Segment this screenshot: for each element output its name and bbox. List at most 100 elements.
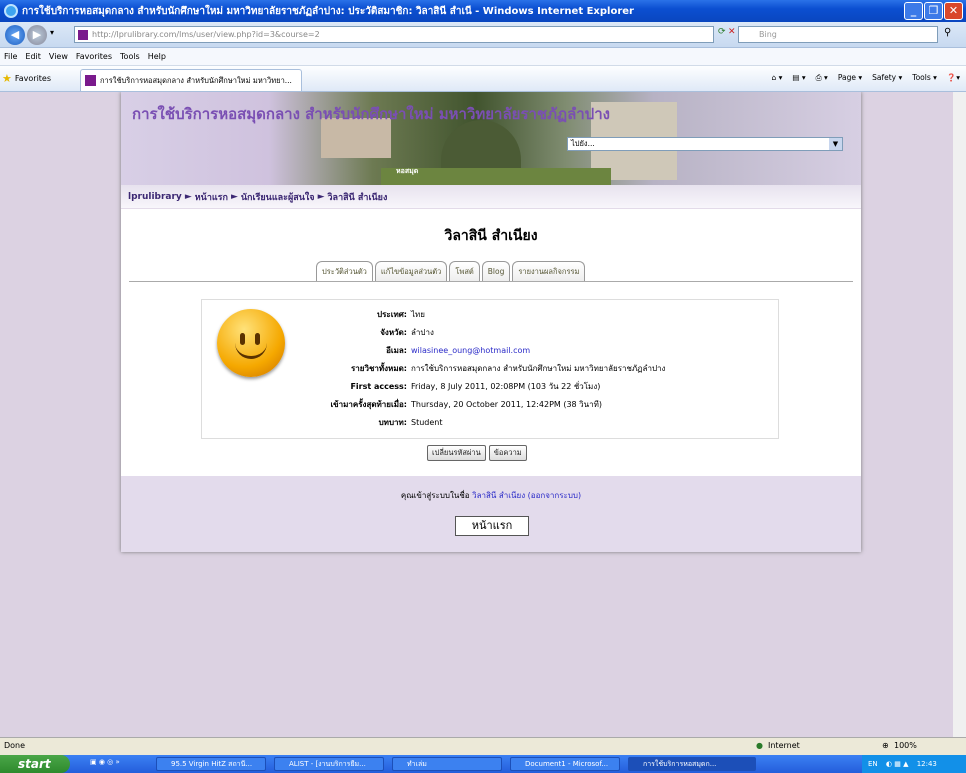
search-input[interactable]: Bing (738, 26, 938, 43)
page-menu[interactable]: Page ▾ (838, 73, 862, 83)
field-country: ประเทศ: ไทย (377, 310, 425, 319)
breadcrumb-item-home[interactable]: lprulibrary (128, 192, 182, 202)
field-province: จังหวัด: ลำปาง (380, 328, 434, 337)
command-bar: ⌂ ▾ ▤ ▾ ⎙ ▾ Page ▾ Safety ▾ Tools ▾ ❓▾ (771, 73, 960, 83)
favorites-label: Favorites (14, 74, 52, 83)
page-container: หอสมุด การใช้บริการหอสมุดกลาง สำหรับนักศ… (121, 92, 861, 552)
forward-button[interactable]: ▶ (27, 25, 47, 45)
taskbar-item-folder[interactable]: ทำเล่ม (392, 757, 502, 771)
logout-link[interactable]: (ออกจากระบบ) (528, 491, 581, 500)
system-tray: EN ◐ ▦ ▲ 12:43 (862, 755, 966, 773)
breadcrumb-separator: ► (184, 191, 192, 202)
taskbar: start ▣ ◉ ◎ » 95.5 Virgin HitZ สถานี... … (0, 755, 966, 773)
course-link[interactable]: การใช้บริการหอสมุดกลาง สำหรับนักศึกษาใหม… (411, 362, 665, 376)
breadcrumb-item-frontpage[interactable]: หน้าแรก (195, 190, 228, 204)
tab-posts[interactable]: โพสต์ (449, 261, 480, 281)
window-title: การใช้บริการหอสมุดกลาง สำหรับนักศึกษาใหม… (22, 5, 634, 17)
stop-icon[interactable]: ✕ (728, 27, 736, 37)
profile-tabs: ประวัติส่วนตัว แก้ไขข้อมูลส่วนตัว โพสต์ … (316, 261, 586, 281)
menu-favorites[interactable]: Favorites (76, 52, 112, 61)
ie-icon (4, 4, 18, 18)
change-password-button[interactable]: เปลี่ยนรหัสผ่าน (427, 445, 486, 461)
breadcrumb-item-course[interactable]: นักเรียนและผู้สนใจ (241, 190, 315, 204)
taskbar-item-alist[interactable]: ALIST - [งานบริการยืม... (274, 757, 384, 771)
email-link[interactable]: wilasinee_oung@hotmail.com (411, 344, 530, 358)
address-bar[interactable]: http://lprulibrary.com/lms/user/view.php… (74, 26, 714, 43)
address-row: ◀ ▶ ▾ http://lprulibrary.com/lms/user/vi… (0, 22, 966, 48)
tab-title: การใช้บริการหอสมุดกลาง สำหรับนักศึกษาใหม… (100, 75, 292, 85)
search-engine-label: Bing (759, 30, 777, 39)
feeds-icon[interactable]: ▤ ▾ (792, 73, 805, 83)
field-role: บทบาท: Student (378, 418, 443, 427)
breadcrumb-item-user: วิลาสินี สำเนียง (327, 192, 388, 203)
taskbar-item-ie[interactable]: การใช้บริการหอสมุดก... (628, 757, 756, 771)
breadcrumb-separator: ► (317, 191, 325, 202)
status-bar: Done ● Internet ⊕ 100% (0, 737, 966, 755)
status-text: Done (4, 741, 26, 750)
tab-edit-profile[interactable]: แก้ไขข้อมูลส่วนตัว (374, 261, 448, 281)
tab-activity-report[interactable]: รายงานผลกิจกรรม (512, 261, 586, 281)
field-last-access: เข้ามาครั้งสุดท้ายเมื่อ: Thursday, 20 Oc… (330, 400, 603, 409)
profile-name-heading: วิลาสินี สำเนียง (444, 228, 538, 244)
login-info: คุณเข้าสู่ระบบในชื่อ วิลาสินี สำเนียง (อ… (121, 489, 861, 502)
address-url: http://lprulibrary.com/lms/user/view.php… (92, 30, 320, 39)
star-icon: ★ (2, 72, 12, 85)
maximize-button[interactable]: ❐ (924, 2, 943, 20)
window-title-bar[interactable]: การใช้บริการหอสมุดกลาง สำหรับนักศึกษาใหม… (0, 0, 966, 22)
safety-menu[interactable]: Safety ▾ (872, 73, 902, 83)
site-banner: หอสมุด การใช้บริการหอสมุดกลาง สำหรับนักศ… (121, 92, 861, 185)
favorites-bar: ★ Favorites การใช้บริการหอสมุดกลาง สำหรั… (0, 66, 966, 92)
start-button[interactable]: start (0, 755, 70, 773)
menu-view[interactable]: View (49, 52, 68, 61)
site-favicon-icon (78, 29, 88, 40)
tab-blog[interactable]: Blog (481, 261, 511, 281)
home-icon[interactable]: ⌂ ▾ (771, 73, 782, 83)
back-button[interactable]: ◀ (5, 25, 25, 45)
zoom-icon[interactable]: ⊕ (882, 741, 889, 750)
field-email: อีเมล: wilasinee_oung@hotmail.com (201, 344, 779, 358)
language-indicator[interactable]: EN (868, 760, 878, 768)
menu-bar: File Edit View Favorites Tools Help (0, 48, 966, 66)
jump-to-value: ไปยัง... (571, 139, 595, 148)
chevron-down-icon: ▼ (829, 138, 842, 150)
menu-edit[interactable]: Edit (25, 52, 41, 61)
minimize-button[interactable]: _ (904, 2, 923, 20)
page-viewport: หอสมุด การใช้บริการหอสมุดกลาง สำหรับนักศ… (0, 92, 966, 737)
field-first-access: First access: Friday, 8 July 2011, 02:08… (350, 382, 601, 391)
clock: 12:43 (916, 760, 937, 768)
user-link[interactable]: วิลาสินี สำเนียง (472, 491, 525, 500)
quick-launch-icons[interactable]: ▣ ◉ ◎ » (90, 758, 120, 766)
tab-divider (129, 281, 853, 282)
history-dropdown-icon[interactable]: ▾ (50, 28, 54, 37)
message-button[interactable]: ข้อความ (488, 445, 527, 461)
jump-to-select[interactable]: ไปยัง... ▼ (567, 137, 843, 151)
taskbar-item-word[interactable]: Document1 - Microsof... (510, 757, 620, 771)
site-title: การใช้บริการหอสมุดกลาง สำหรับนักศึกษาใหม… (132, 105, 610, 123)
browser-tab[interactable]: การใช้บริการหอสมุดกลาง สำหรับนักศึกษาใหม… (80, 69, 302, 91)
favorites-button[interactable]: ★ Favorites (2, 72, 51, 85)
banner-caption: หอสมุด (396, 167, 419, 175)
menu-help[interactable]: Help (148, 52, 166, 61)
tools-menu[interactable]: Tools ▾ (912, 73, 937, 83)
help-icon[interactable]: ❓▾ (947, 73, 960, 83)
page-footer (121, 476, 861, 552)
print-icon[interactable]: ⎙ ▾ (816, 73, 828, 83)
tray-icons[interactable]: ◐ ▦ ▲ (886, 760, 909, 768)
security-zone: Internet (768, 741, 800, 750)
refresh-icon[interactable]: ⟳ (718, 27, 726, 37)
taskbar-item-radio[interactable]: 95.5 Virgin HitZ สถานี... (156, 757, 266, 771)
globe-icon: ● (756, 741, 763, 750)
close-button[interactable]: ✕ (944, 2, 963, 20)
tab-profile[interactable]: ประวัติส่วนตัว (316, 261, 373, 281)
profile-buttons: เปลี่ยนรหัสผ่าน ข้อความ (427, 445, 527, 461)
search-icon[interactable]: ⚲ (944, 27, 951, 38)
menu-tools[interactable]: Tools (120, 52, 140, 61)
breadcrumb-separator: ► (230, 191, 238, 202)
menu-file[interactable]: File (4, 52, 17, 61)
breadcrumb: lprulibrary ► หน้าแรก ► นักเรียนและผู้สน… (121, 185, 861, 209)
home-button[interactable]: หน้าแรก (455, 516, 529, 536)
zoom-level[interactable]: 100% (894, 741, 917, 750)
vertical-scrollbar[interactable] (953, 92, 966, 737)
login-prefix: คุณเข้าสู่ระบบในชื่อ (400, 491, 470, 500)
field-courses: รายวิชาทั้งหมด: การใช้บริการหอสมุดกลาง ส… (201, 362, 779, 376)
